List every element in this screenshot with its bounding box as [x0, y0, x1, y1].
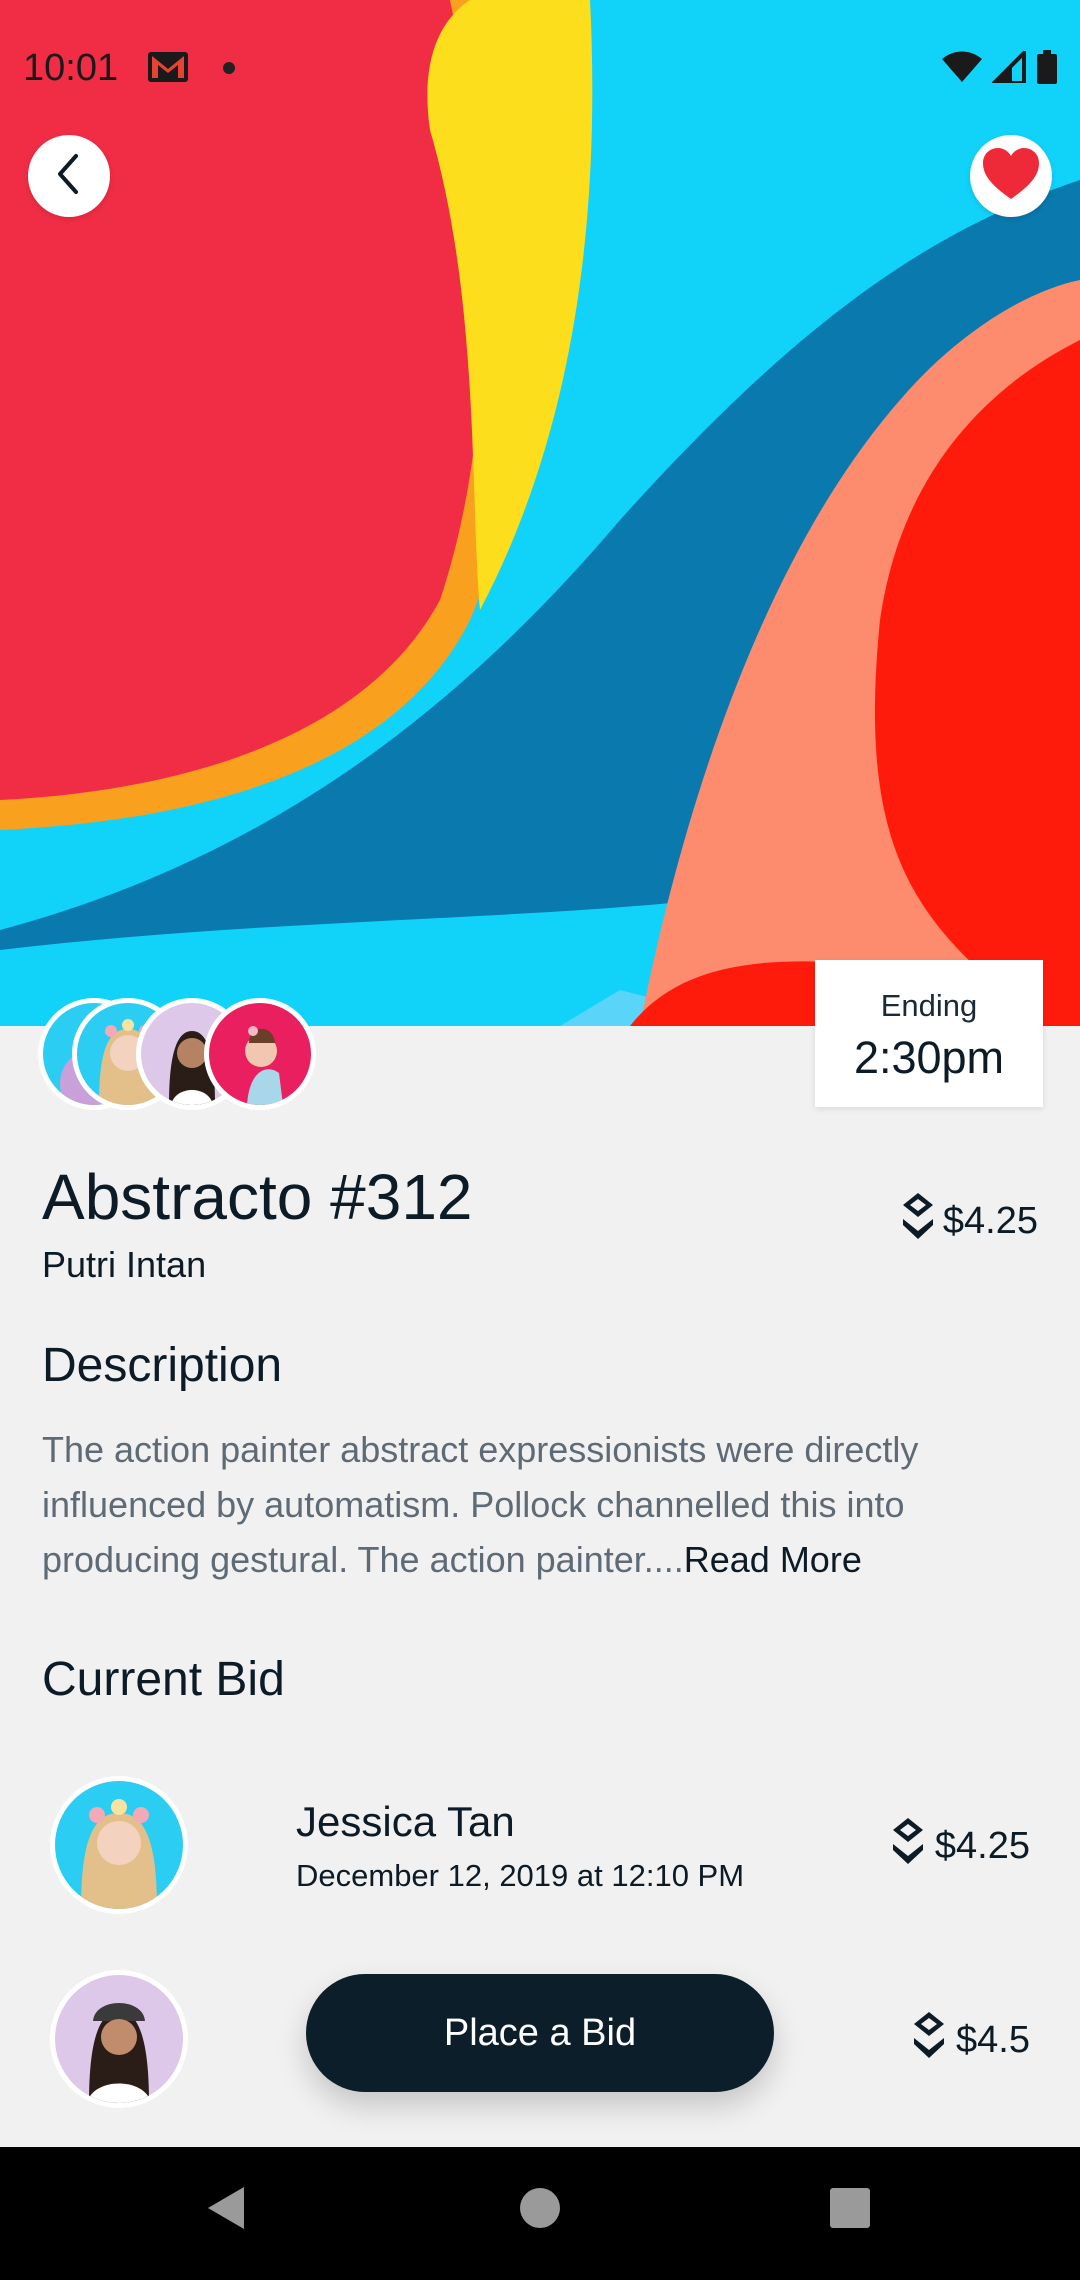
- ending-label: Ending: [880, 988, 978, 1023]
- bidder-avatar: [50, 1776, 188, 1914]
- bid-amount: $4.5: [914, 2012, 1030, 2068]
- place-bid-button[interactable]: Place a Bid: [306, 1974, 774, 2092]
- ending-time: 2:30pm: [853, 1032, 1005, 1083]
- back-button[interactable]: [28, 135, 110, 217]
- notification-dot-icon: [223, 62, 235, 74]
- artwork-image: [0, 0, 1080, 1026]
- ending-time-card: Ending 2:30pm: [815, 960, 1043, 1107]
- signal-icon: [989, 48, 1026, 88]
- artwork-price: $4.25: [902, 1193, 1038, 1249]
- price-value: $4.25: [942, 1199, 1038, 1242]
- favorite-button[interactable]: [970, 135, 1052, 217]
- bidder-name: Jessica Tan: [296, 1798, 515, 1845]
- currency-icon: [914, 2012, 945, 2068]
- artwork-title: Abstracto #312: [42, 1161, 473, 1233]
- nav-home-icon[interactable]: [518, 2185, 562, 2236]
- status-time: 10:01: [23, 47, 119, 89]
- bid-date: December 12, 2019 at 12:10 PM: [296, 1858, 745, 1893]
- description-text: The action painter abstract expressionis…: [42, 1422, 1042, 1587]
- bid-amount-value: $4.5: [956, 2018, 1030, 2061]
- battery-icon: [1036, 50, 1058, 89]
- nav-back-icon[interactable]: [206, 2185, 246, 2236]
- artist-name[interactable]: Putri Intan: [42, 1244, 206, 1286]
- current-bid-heading: Current Bid: [42, 1653, 285, 1706]
- currency-icon: [892, 1818, 923, 1874]
- back-arrow-icon: [54, 152, 84, 201]
- read-more-link[interactable]: Read More: [684, 1539, 862, 1580]
- gmail-icon: [146, 50, 190, 89]
- bid-amount-value: $4.25: [934, 1824, 1030, 1867]
- bidder-avatar: [50, 1970, 188, 2108]
- nav-recents-icon[interactable]: [828, 2185, 872, 2236]
- bid-amount: $4.25: [892, 1818, 1030, 1874]
- status-icons: [942, 48, 1058, 89]
- currency-icon: [902, 1193, 933, 1249]
- bid-row[interactable]: Jessica Tan December 12, 2019 at 12:10 P…: [0, 1776, 1080, 1926]
- avatar: [204, 998, 316, 1110]
- navigation-bar: [0, 2147, 1080, 2280]
- description-heading: Description: [42, 1339, 283, 1392]
- bidder-avatar-stack[interactable]: [38, 998, 338, 1110]
- wifi-icon: [942, 51, 982, 88]
- heart-icon: [981, 147, 1041, 206]
- status-bar: 10:01: [0, 0, 1080, 136]
